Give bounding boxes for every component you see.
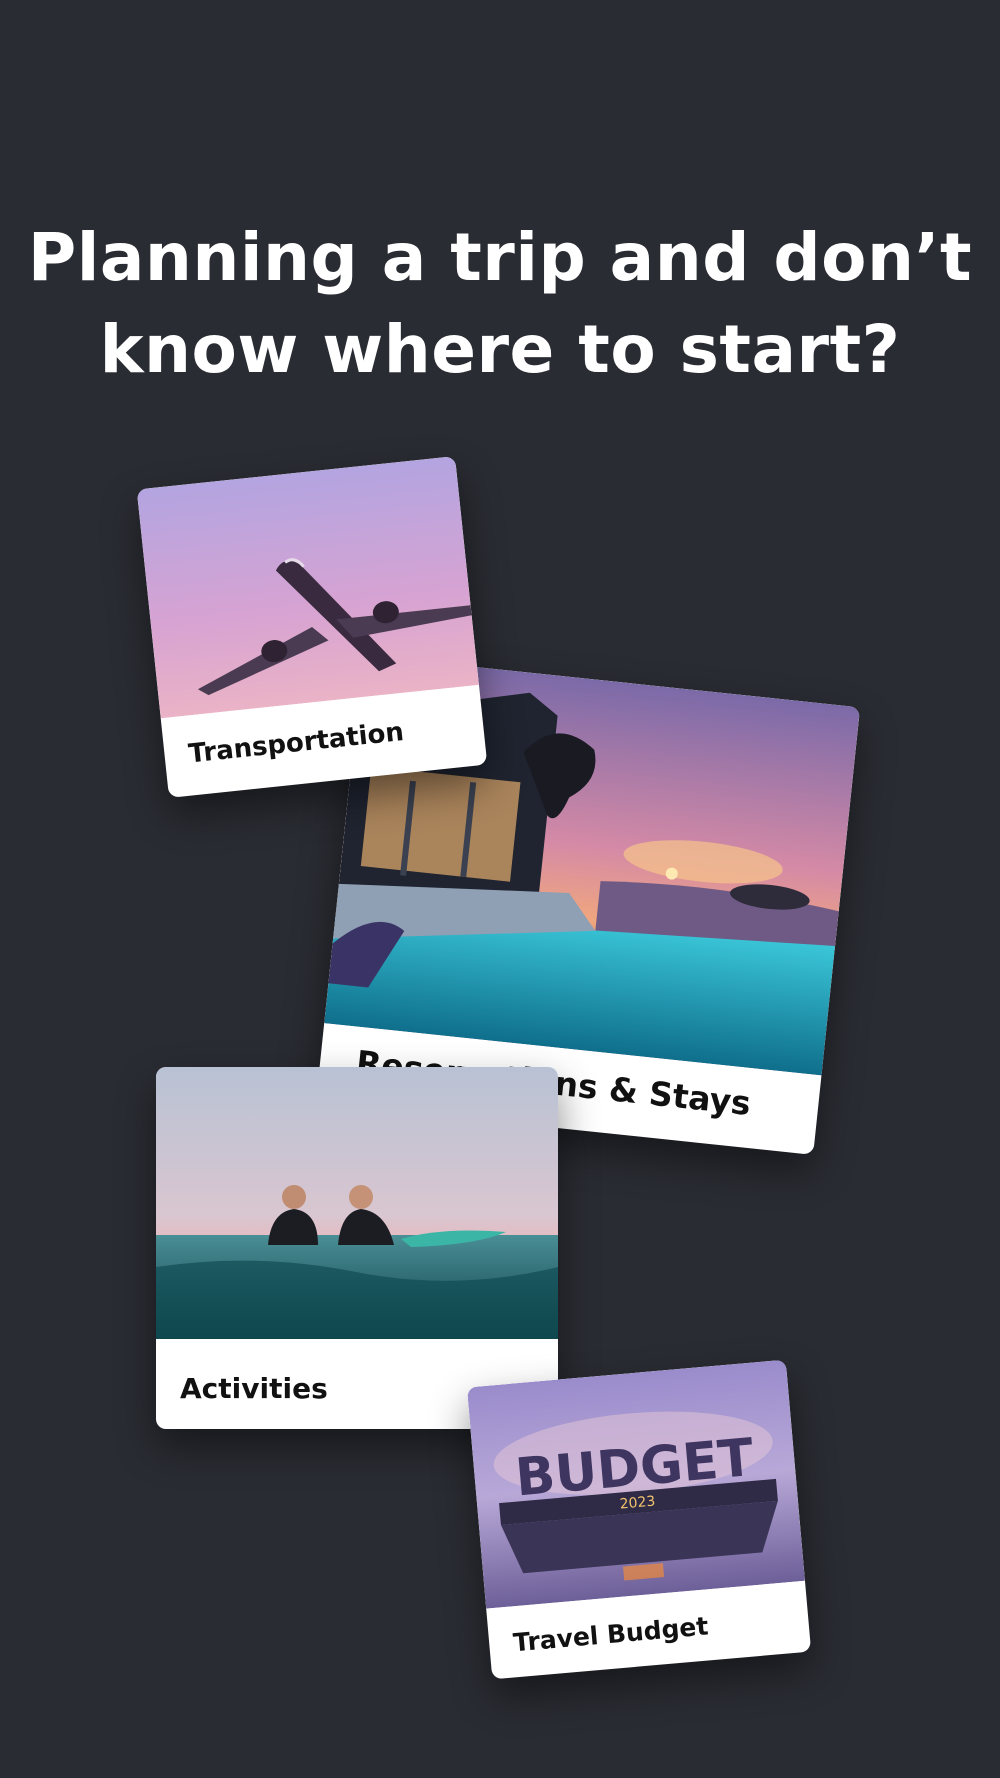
airplane-photo (136, 456, 479, 719)
budget-card[interactable]: BUDGET 2023 Travel Budget (466, 1359, 812, 1680)
surfers-photo (156, 1067, 558, 1339)
activities-card[interactable]: Activities (156, 1067, 558, 1429)
activities-label: Activities (180, 1372, 328, 1405)
budget-label: Travel Budget (512, 1611, 710, 1658)
headline-line-2: know where to start? (99, 311, 901, 389)
budget-year-text: 2023 (619, 1494, 656, 1513)
headline-line-1: Planning a trip and don’t (27, 219, 973, 297)
page-headline: Planning a trip and don’t know where to … (0, 212, 1000, 396)
budget-photo: BUDGET 2023 (466, 1359, 805, 1609)
transportation-card[interactable]: Transportation (136, 456, 488, 798)
transportation-label: Transportation (187, 717, 406, 770)
